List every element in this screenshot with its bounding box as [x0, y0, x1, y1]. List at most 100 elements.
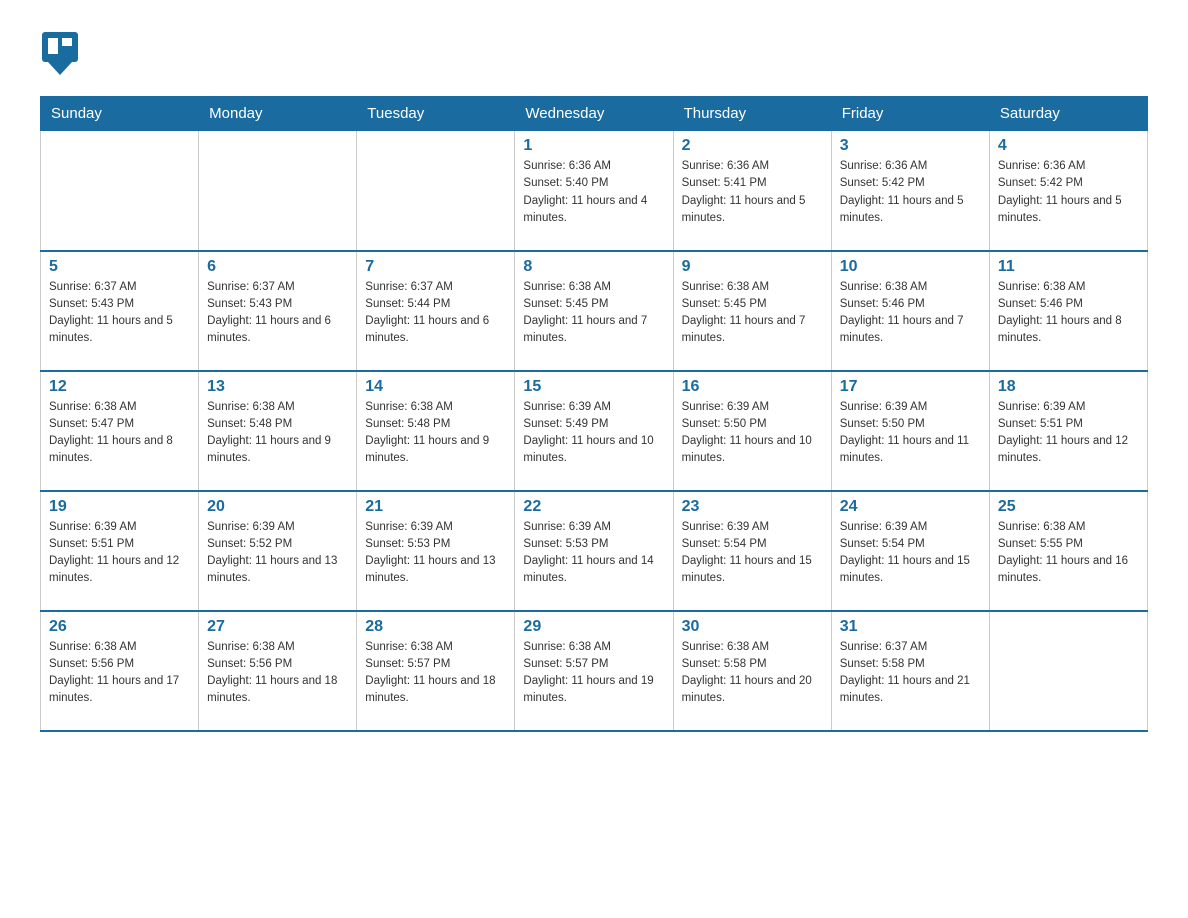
calendar-cell: 6Sunrise: 6:37 AMSunset: 5:43 PMDaylight…	[199, 251, 357, 371]
day-number: 3	[840, 137, 981, 155]
day-number: 28	[365, 618, 506, 636]
calendar-cell: 20 Sunrise: 6:39 AMSunset: 5:52 PMDayligh…	[199, 491, 357, 611]
day-info: Sunrise: 6:39 AMSunset: 5:51 PMDaylight:…	[49, 519, 190, 588]
day-info: Sunrise: 6:38 AMSunset: 5:47 PMDaylight:…	[49, 399, 190, 468]
calendar-cell: 17 Sunrise: 6:39 AMSunset: 5:50 PMDayligh…	[831, 371, 989, 491]
day-info: Sunrise: 6:37 AMSunset: 5:58 PMDaylight:…	[840, 639, 981, 708]
day-info: Sunrise: 6:36 AMSunset: 5:41 PMDaylight:…	[682, 158, 823, 227]
logo	[40, 30, 84, 80]
calendar-cell: 14Sunrise: 6:38 AMSunset: 5:48 PMDayligh…	[357, 371, 515, 491]
week-row-1: 1 Sunrise: 6:36 AMSunset: 5:40 PMDaylight…	[41, 131, 1148, 251]
calendar-cell: 31Sunrise: 6:37 AMSunset: 5:58 PMDayligh…	[831, 611, 989, 731]
calendar-cell: 1 Sunrise: 6:36 AMSunset: 5:40 PMDaylight…	[515, 131, 673, 251]
day-number: 5	[49, 258, 190, 276]
day-info: Sunrise: 6:39 AMSunset: 5:50 PMDaylight:…	[682, 399, 823, 468]
day-number: 30	[682, 618, 823, 636]
calendar-cell: 21 Sunrise: 6:39 AMSunset: 5:53 PMDayligh…	[357, 491, 515, 611]
day-info: Sunrise: 6:39 AMSunset: 5:50 PMDaylight:…	[840, 399, 981, 468]
day-number: 16	[682, 378, 823, 396]
day-number: 21	[365, 498, 506, 516]
day-info: Sunrise: 6:38 AMSunset: 5:57 PMDaylight:…	[523, 639, 664, 708]
day-info: Sunrise: 6:37 AMSunset: 5:43 PMDaylight:…	[49, 279, 190, 348]
calendar-cell: 9 Sunrise: 6:38 AMSunset: 5:45 PMDaylight…	[673, 251, 831, 371]
day-number: 17	[840, 378, 981, 396]
day-info: Sunrise: 6:39 AMSunset: 5:54 PMDaylight:…	[840, 519, 981, 588]
day-number: 12	[49, 378, 190, 396]
day-info: Sunrise: 6:39 AMSunset: 5:53 PMDaylight:…	[523, 519, 664, 588]
calendar-cell: 11 Sunrise: 6:38 AMSunset: 5:46 PMDayligh…	[989, 251, 1147, 371]
calendar-cell: 16 Sunrise: 6:39 AMSunset: 5:50 PMDayligh…	[673, 371, 831, 491]
day-info: Sunrise: 6:37 AMSunset: 5:44 PMDaylight:…	[365, 279, 506, 348]
day-info: Sunrise: 6:38 AMSunset: 5:46 PMDaylight:…	[840, 279, 981, 348]
calendar-cell: 23 Sunrise: 6:39 AMSunset: 5:54 PMDayligh…	[673, 491, 831, 611]
day-number: 6	[207, 258, 348, 276]
day-number: 13	[207, 378, 348, 396]
day-info: Sunrise: 6:36 AMSunset: 5:40 PMDaylight:…	[523, 158, 664, 227]
calendar-cell: 12 Sunrise: 6:38 AMSunset: 5:47 PMDayligh…	[41, 371, 199, 491]
header-day-thursday: Thursday	[673, 97, 831, 131]
day-info: Sunrise: 6:38 AMSunset: 5:46 PMDaylight:…	[998, 279, 1139, 348]
day-number: 4	[998, 137, 1139, 155]
day-number: 27	[207, 618, 348, 636]
day-number: 11	[998, 258, 1139, 276]
day-info: Sunrise: 6:38 AMSunset: 5:56 PMDaylight:…	[207, 639, 348, 708]
day-number: 1	[523, 137, 664, 155]
day-info: Sunrise: 6:36 AMSunset: 5:42 PMDaylight:…	[840, 158, 981, 227]
day-number: 8	[523, 258, 664, 276]
day-number: 29	[523, 618, 664, 636]
day-number: 7	[365, 258, 506, 276]
week-row-4: 19 Sunrise: 6:39 AMSunset: 5:51 PMDayligh…	[41, 491, 1148, 611]
day-number: 9	[682, 258, 823, 276]
day-number: 2	[682, 137, 823, 155]
day-number: 22	[523, 498, 664, 516]
calendar-cell: 4Sunrise: 6:36 AMSunset: 5:42 PMDaylight…	[989, 131, 1147, 251]
header-day-wednesday: Wednesday	[515, 97, 673, 131]
calendar-cell: 28Sunrise: 6:38 AMSunset: 5:57 PMDayligh…	[357, 611, 515, 731]
calendar-cell: 7 Sunrise: 6:37 AMSunset: 5:44 PMDaylight…	[357, 251, 515, 371]
day-info: Sunrise: 6:38 AMSunset: 5:55 PMDaylight:…	[998, 519, 1139, 588]
day-number: 23	[682, 498, 823, 516]
day-number: 20	[207, 498, 348, 516]
calendar-cell: 3 Sunrise: 6:36 AMSunset: 5:42 PMDaylight…	[831, 131, 989, 251]
calendar-cell	[199, 131, 357, 251]
day-info: Sunrise: 6:38 AMSunset: 5:48 PMDaylight:…	[365, 399, 506, 468]
header-day-friday: Friday	[831, 97, 989, 131]
day-info: Sunrise: 6:38 AMSunset: 5:56 PMDaylight:…	[49, 639, 190, 708]
calendar-cell: 24 Sunrise: 6:39 AMSunset: 5:54 PMDayligh…	[831, 491, 989, 611]
header-day-sunday: Sunday	[41, 97, 199, 131]
calendar-cell: 2 Sunrise: 6:36 AMSunset: 5:41 PMDaylight…	[673, 131, 831, 251]
logo-icon	[40, 30, 80, 80]
calendar-cell: 29 Sunrise: 6:38 AMSunset: 5:57 PMDayligh…	[515, 611, 673, 731]
calendar-table: SundayMondayTuesdayWednesdayThursdayFrid…	[40, 96, 1148, 732]
day-number: 10	[840, 258, 981, 276]
header-day-tuesday: Tuesday	[357, 97, 515, 131]
day-info: Sunrise: 6:38 AMSunset: 5:45 PMDaylight:…	[682, 279, 823, 348]
day-number: 18	[998, 378, 1139, 396]
day-info: Sunrise: 6:38 AMSunset: 5:58 PMDaylight:…	[682, 639, 823, 708]
calendar-cell: 30 Sunrise: 6:38 AMSunset: 5:58 PMDayligh…	[673, 611, 831, 731]
calendar-cell	[41, 131, 199, 251]
week-row-3: 12 Sunrise: 6:38 AMSunset: 5:47 PMDayligh…	[41, 371, 1148, 491]
calendar-cell: 13Sunrise: 6:38 AMSunset: 5:48 PMDayligh…	[199, 371, 357, 491]
calendar-cell: 19 Sunrise: 6:39 AMSunset: 5:51 PMDayligh…	[41, 491, 199, 611]
day-info: Sunrise: 6:39 AMSunset: 5:52 PMDaylight:…	[207, 519, 348, 588]
calendar-cell: 15 Sunrise: 6:39 AMSunset: 5:49 PMDayligh…	[515, 371, 673, 491]
day-number: 24	[840, 498, 981, 516]
header-day-saturday: Saturday	[989, 97, 1147, 131]
day-info: Sunrise: 6:39 AMSunset: 5:53 PMDaylight:…	[365, 519, 506, 588]
header-day-monday: Monday	[199, 97, 357, 131]
day-info: Sunrise: 6:38 AMSunset: 5:45 PMDaylight:…	[523, 279, 664, 348]
calendar-cell: 25Sunrise: 6:38 AMSunset: 5:55 PMDayligh…	[989, 491, 1147, 611]
calendar-cell: 22 Sunrise: 6:39 AMSunset: 5:53 PMDayligh…	[515, 491, 673, 611]
day-number: 15	[523, 378, 664, 396]
week-row-2: 5 Sunrise: 6:37 AMSunset: 5:43 PMDaylight…	[41, 251, 1148, 371]
day-number: 26	[49, 618, 190, 636]
day-info: Sunrise: 6:39 AMSunset: 5:49 PMDaylight:…	[523, 399, 664, 468]
day-info: Sunrise: 6:39 AMSunset: 5:54 PMDaylight:…	[682, 519, 823, 588]
calendar-cell: 10 Sunrise: 6:38 AMSunset: 5:46 PMDayligh…	[831, 251, 989, 371]
calendar-cell: 5 Sunrise: 6:37 AMSunset: 5:43 PMDaylight…	[41, 251, 199, 371]
calendar-cell: 18Sunrise: 6:39 AMSunset: 5:51 PMDayligh…	[989, 371, 1147, 491]
calendar-header: SundayMondayTuesdayWednesdayThursdayFrid…	[41, 97, 1148, 131]
header-row: SundayMondayTuesdayWednesdayThursdayFrid…	[41, 97, 1148, 131]
day-number: 19	[49, 498, 190, 516]
